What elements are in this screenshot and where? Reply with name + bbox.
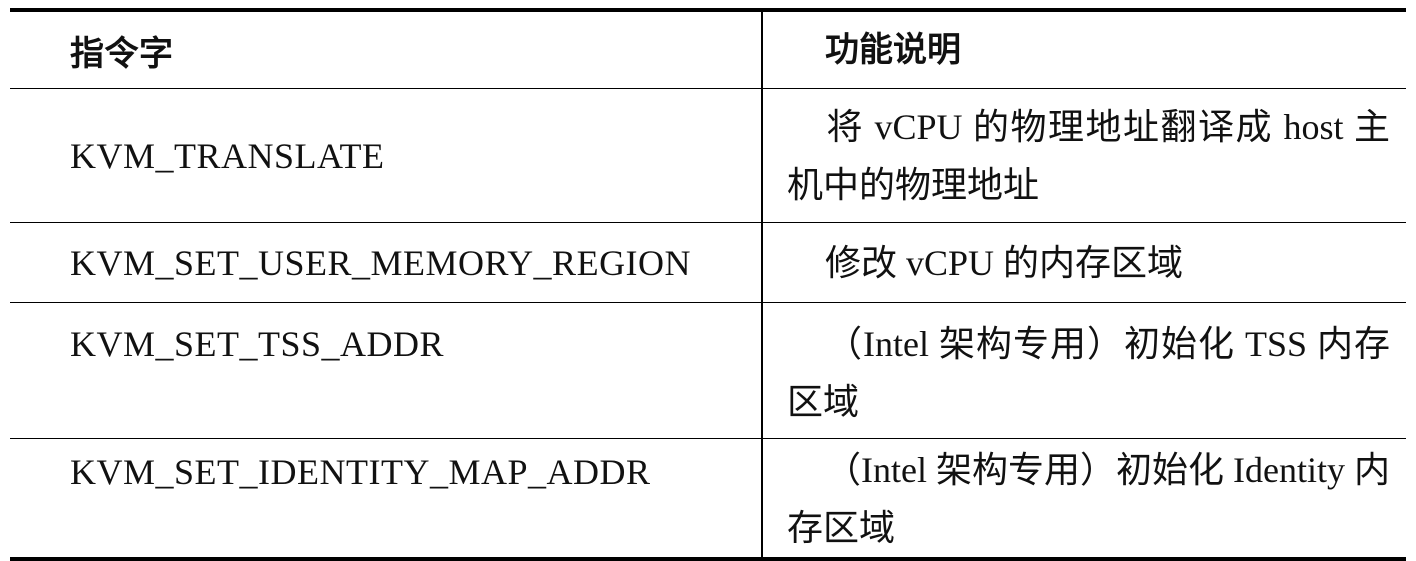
header-command: 指令字 (10, 12, 763, 89)
description-cell: （Intel 架构专用）初始化 Identity 内存区域 (762, 438, 1406, 557)
command-cell: KVM_SET_IDENTITY_MAP_ADDR (10, 438, 763, 557)
description-cell: 将 vCPU 的物理地址翻译成 host 主机中的物理地址 (762, 88, 1406, 223)
description-cell: （Intel 架构专用）初始化 TSS 内存区域 (762, 302, 1406, 439)
kvm-command-table: 指令字 功能说明 KVM_TRANSLATE 将 vCPU 的物理地址翻译成 h… (10, 12, 1406, 557)
header-description: 功能说明 (825, 30, 961, 70)
description-text: （Intel 架构专用）初始化 TSS 内存区域 (787, 324, 1390, 422)
table-row: KVM_TRANSLATE 将 vCPU 的物理地址翻译成 host 主机中的物… (10, 88, 1406, 223)
description-text: （Intel 架构专用）初始化 Identity 内存区域 (787, 450, 1390, 548)
description-text: 将 vCPU 的物理地址翻译成 host 主机中的物理地址 (787, 106, 1390, 205)
command-cell: KVM_SET_TSS_ADDR (10, 302, 763, 439)
table-header-row: 指令字 功能说明 (10, 12, 1406, 89)
table-row: KVM_SET_IDENTITY_MAP_ADDR （Intel 架构专用）初始… (10, 438, 1406, 557)
description-cell: 修改 vCPU 的内存区域 (762, 222, 1406, 303)
description-text: 修改 vCPU 的内存区域 (825, 242, 1184, 283)
command-cell: KVM_TRANSLATE (10, 88, 763, 223)
table-row: KVM_SET_TSS_ADDR （Intel 架构专用）初始化 TSS 内存区… (10, 302, 1406, 439)
command-table-wrapper: 指令字 功能说明 KVM_TRANSLATE 将 vCPU 的物理地址翻译成 h… (10, 8, 1406, 561)
table-row: KVM_SET_USER_MEMORY_REGION 修改 vCPU 的内存区域 (10, 222, 1406, 303)
command-cell: KVM_SET_USER_MEMORY_REGION (10, 222, 763, 303)
